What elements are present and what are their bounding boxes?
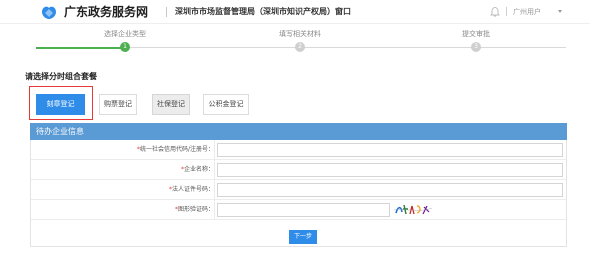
progress-stepper: 选择企业类型 填写相关材料 提交审批 1 2 3 — [36, 28, 566, 58]
captcha-input[interactable] — [217, 203, 390, 217]
user-separator — [506, 7, 507, 16]
row-divider — [214, 200, 215, 219]
step-track-completed — [36, 46, 125, 49]
hall-name: 深圳市市场监督管理局（深圳市知识产权局）窗口 — [175, 7, 351, 16]
gd-logo-icon[interactable] — [40, 4, 58, 20]
step-2-label: 填写相关材料 — [279, 30, 321, 38]
captcha-image[interactable] — [393, 202, 433, 217]
section-title: 请选择分时组合套餐 — [25, 72, 97, 81]
row-divider — [214, 160, 215, 179]
form-title: 待办企业信息 — [36, 127, 84, 136]
credit-code-label: *统一社会信用代码/注册号： — [137, 145, 214, 154]
row-divider — [214, 140, 215, 159]
step-2-node: 2 — [295, 42, 305, 52]
form-header: 待办企业信息 — [30, 123, 567, 140]
captcha-label-text: 图形验证码： — [177, 206, 214, 213]
step-3-node: 3 — [471, 42, 481, 52]
legal-id-input[interactable] — [217, 183, 563, 197]
top-header: 广东政务服务网 深圳市市场监督管理局（深圳市知识产权局）窗口 广州用户 — [0, 0, 590, 24]
form-row-legal-id: *法人证件号码： — [31, 180, 566, 200]
form-row-credit-code: *统一社会信用代码/注册号： — [31, 140, 566, 160]
site-name[interactable]: 广东政务服务网 — [64, 4, 148, 20]
option-social-security-registration[interactable]: 社保登记 — [152, 94, 190, 115]
step-3-label: 提交审批 — [462, 30, 490, 38]
form-row-captcha: *图形验证码： — [31, 200, 566, 220]
company-name-input[interactable] — [217, 163, 563, 177]
step-track-remaining — [125, 47, 566, 48]
step-1-node: 1 — [120, 42, 130, 52]
row-divider — [214, 180, 215, 199]
option-invoice-registration[interactable]: 购票登记 — [99, 94, 137, 115]
bell-icon[interactable] — [490, 6, 500, 17]
header-divider — [166, 7, 167, 17]
step-1-label: 选择企业类型 — [104, 30, 146, 38]
company-name-label-text: 企业名称： — [183, 166, 214, 173]
form-row-company-name: *企业名称： — [31, 160, 566, 180]
legal-id-label: *法人证件号码： — [169, 185, 214, 194]
credit-code-label-text: 统一社会信用代码/注册号： — [139, 146, 214, 153]
credit-code-input[interactable] — [217, 143, 563, 157]
option-housing-fund-registration[interactable]: 公积金登记 — [203, 94, 249, 115]
option-seal-registration[interactable]: 刻章登记 — [36, 94, 85, 115]
user-name[interactable]: 广州用户 — [513, 6, 541, 18]
chevron-down-icon[interactable] — [558, 10, 562, 13]
captcha-label: *图形验证码： — [175, 205, 214, 214]
next-step-button[interactable]: 下一步 — [289, 230, 317, 244]
legal-id-label-text: 法人证件号码： — [171, 186, 214, 193]
company-name-label: *企业名称： — [181, 165, 214, 174]
